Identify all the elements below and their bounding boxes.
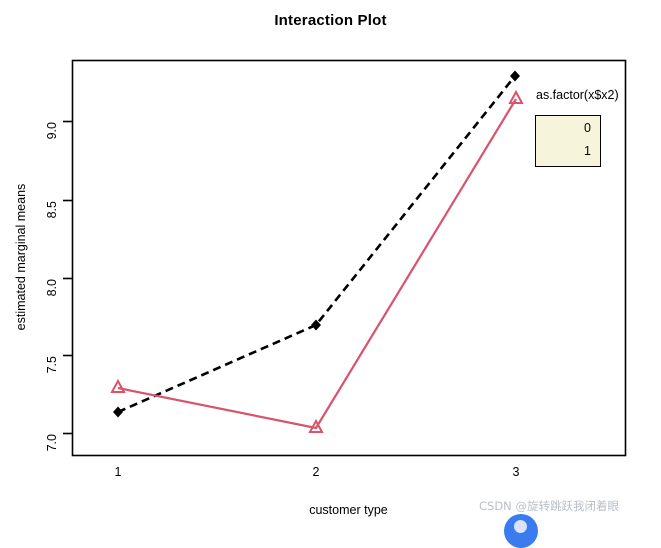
series-0-line [117,75,517,414]
x-tick-label: 1 [114,465,122,479]
y-tick-label: 7.0 [45,434,59,452]
y-tick-label: 8.5 [45,201,59,219]
x-tick-label: 3 [512,465,520,479]
series-0-markers [113,70,520,418]
watermark-badge-icon [504,514,538,548]
series-1-line [117,98,517,430]
legend-box [535,115,601,167]
y-tick-label: 7.5 [45,356,59,374]
x-tick-label: 2 [312,465,320,479]
legend-item-label-0: 0 [584,121,591,135]
y-tick-label: 8.0 [45,279,59,297]
interaction-plot-figure: Interaction Plot estimated marginal mean… [0,0,661,548]
legend-title: as.factor(x$x2) [536,88,619,102]
y-tick-label: 9.0 [45,122,59,140]
legend-item-label-1: 1 [584,144,591,158]
plot-canvas [63,59,627,457]
y-axis-ticks [63,120,72,435]
watermark-text: CSDN @旋转跳跃我闭着眼 [479,499,619,513]
